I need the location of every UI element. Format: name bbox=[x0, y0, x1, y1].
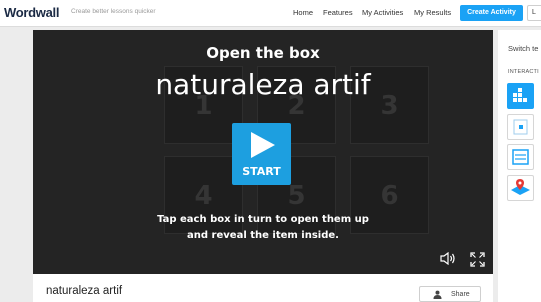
wordwall-logo[interactable]: Wordwall bbox=[4, 5, 59, 20]
game-subtitle: Open the box bbox=[206, 44, 320, 62]
create-activity-button[interactable]: Create Activity bbox=[460, 5, 523, 21]
template-group-sort[interactable] bbox=[507, 83, 534, 109]
nav-my-activities-link[interactable]: My Activities bbox=[362, 8, 403, 17]
game-player[interactable]: 1 2 3 4 5 6 Open the box naturaleza arti… bbox=[33, 30, 493, 274]
switch-template-panel: Switch te INTERACTI bbox=[498, 30, 541, 302]
match-up-icon bbox=[513, 119, 528, 135]
share-button[interactable]: Share bbox=[419, 286, 481, 302]
start-button[interactable]: START bbox=[232, 123, 291, 185]
panel-heading: Switch te bbox=[508, 44, 539, 53]
user-icon bbox=[433, 290, 442, 299]
start-label: START bbox=[242, 165, 281, 178]
account-button[interactable]: L bbox=[527, 5, 541, 21]
activity-title: naturaleza artif bbox=[46, 285, 123, 297]
quiz-icon bbox=[512, 149, 529, 165]
group-sort-icon bbox=[513, 88, 527, 102]
nav-home-link[interactable]: Home bbox=[293, 8, 313, 17]
game-title: naturaleza artif bbox=[155, 68, 371, 101]
top-navigation: Wordwall Create better lessons quicker H… bbox=[0, 0, 541, 27]
nav-my-results-link[interactable]: My Results bbox=[414, 8, 451, 17]
sound-icon[interactable] bbox=[440, 252, 456, 265]
share-label: Share bbox=[451, 291, 470, 298]
game-instructions: Tap each box in turn to open them up and… bbox=[157, 214, 369, 241]
map-pin-icon bbox=[511, 179, 530, 195]
activity-card: 1 2 3 4 5 6 Open the box naturaleza arti… bbox=[33, 30, 493, 302]
fullscreen-icon[interactable] bbox=[470, 252, 485, 267]
play-icon bbox=[251, 132, 275, 158]
panel-subheading: INTERACTI bbox=[508, 69, 539, 75]
template-quiz[interactable] bbox=[507, 144, 534, 170]
tagline: Create better lessons quicker bbox=[71, 8, 156, 15]
nav-features-link[interactable]: Features bbox=[323, 8, 353, 17]
template-map[interactable] bbox=[507, 175, 534, 201]
template-match-up[interactable] bbox=[507, 114, 534, 140]
